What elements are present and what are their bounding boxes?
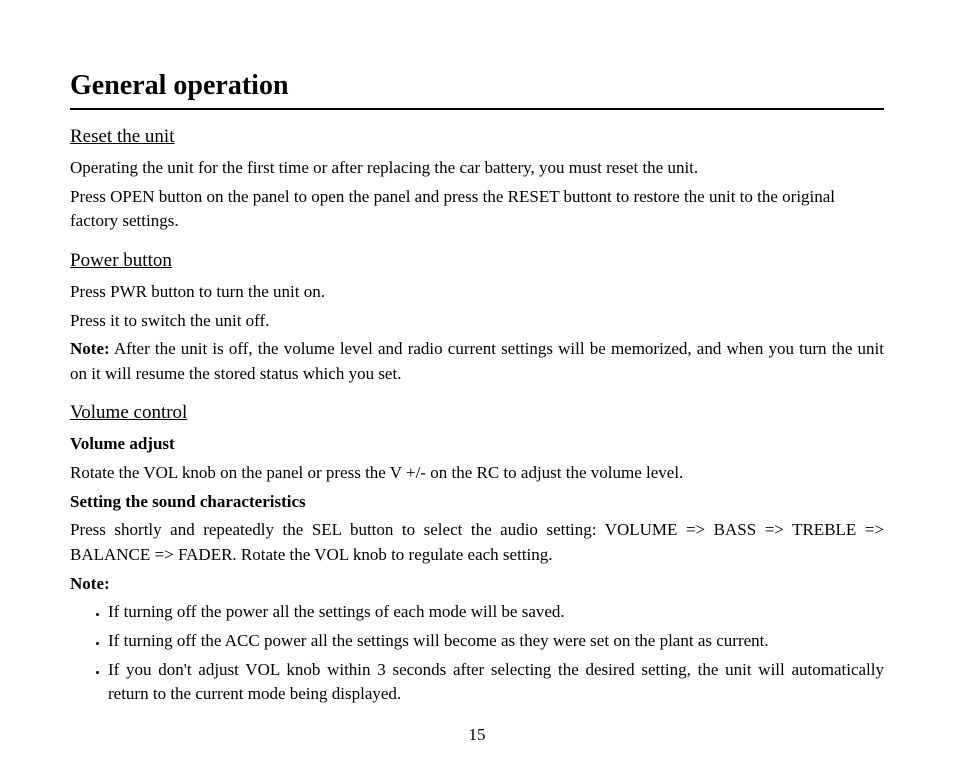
page-title: General operation — [70, 70, 884, 102]
power-paragraph-2: Press it to switch the unit off. — [70, 309, 884, 334]
section-heading-power: Power button — [70, 250, 884, 272]
volume-subheading-adjust: Volume adjust — [70, 432, 884, 457]
manual-page: General operation Reset the unit Operati… — [0, 0, 954, 781]
volume-sound-paragraph: Press shortly and repeatedly the SEL but… — [70, 518, 884, 567]
volume-note-item: If turning off the power all the setting… — [108, 600, 884, 625]
power-paragraph-1: Press PWR button to turn the unit on. — [70, 280, 884, 305]
volume-note-list: If turning off the power all the setting… — [70, 600, 884, 707]
reset-paragraph-2: Press OPEN button on the panel to open t… — [70, 185, 884, 234]
volume-note-label: Note: — [70, 572, 884, 597]
power-note-label: Note: — [70, 339, 110, 358]
volume-note-item: If turning off the ACC power all the set… — [108, 629, 884, 654]
title-rule — [70, 108, 884, 110]
power-note: Note: After the unit is off, the volume … — [70, 337, 884, 386]
volume-note-item: If you don't adjust VOL knob within 3 se… — [108, 658, 884, 707]
section-heading-reset: Reset the unit — [70, 126, 884, 148]
section-heading-volume: Volume control — [70, 402, 884, 424]
volume-subheading-sound: Setting the sound characteristics — [70, 490, 884, 515]
power-note-text: After the unit is off, the volume level … — [70, 339, 884, 383]
volume-adjust-paragraph: Rotate the VOL knob on the panel or pres… — [70, 461, 884, 486]
page-number: 15 — [0, 725, 954, 745]
reset-paragraph-1: Operating the unit for the first time or… — [70, 156, 884, 181]
